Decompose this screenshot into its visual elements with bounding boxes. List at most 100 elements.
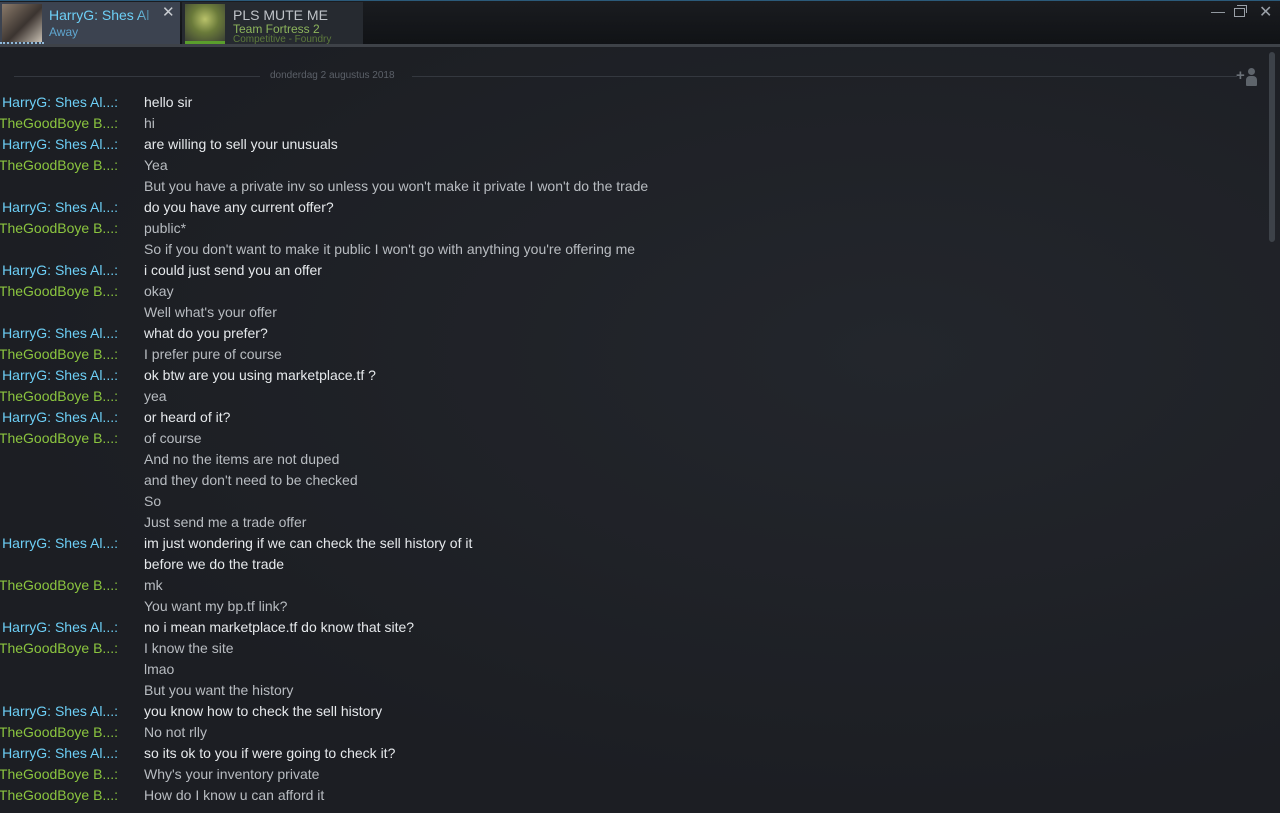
message-text: How do I know u can afford it (144, 787, 325, 803)
message-text: what do you prefer? (144, 325, 268, 341)
message-sender[interactable]: HarryG: Shes Al...: (2, 199, 118, 215)
message-sender[interactable]: TheGoodBoye B...: (0, 220, 118, 236)
avatar (185, 4, 225, 42)
message-text: you know how to check the sell history (144, 703, 383, 719)
message-row: HarryG: Shes Al...: you know how to check… (0, 702, 1260, 723)
message-text: and they don't need to be checked (144, 472, 358, 488)
message-row: TheGoodBoye B...: How do I know u can aff… (0, 786, 1260, 807)
message-row: HarryG: Shes Al...: what do you prefer? (0, 324, 1260, 345)
message-sender[interactable]: HarryG: Shes Al...: (2, 535, 118, 551)
message-text: ok btw are you using marketplace.tf ? (144, 367, 376, 383)
message-text: of course (144, 430, 202, 446)
message-row: You want my bp.tf link? (0, 597, 1260, 618)
message-text: before we do the trade (144, 556, 285, 572)
message-sender[interactable]: HarryG: Shes Al...: (2, 94, 118, 110)
message-text: or heard of it? (144, 409, 231, 425)
avatar (2, 4, 42, 42)
message-sender[interactable]: TheGoodBoye B...: (0, 157, 118, 173)
message-row: But you want the history (0, 681, 1260, 702)
message-row: TheGoodBoye B...: hi (0, 114, 1260, 135)
date-divider (14, 76, 260, 77)
message-text: Well what's your offer (144, 304, 277, 320)
message-sender[interactable]: TheGoodBoye B...: (0, 115, 118, 131)
message-text: no i mean marketplace.tf do know that si… (144, 619, 415, 635)
tab-bar: HarryG: Shes Al Away ✕ PLS MUTE ME Team … (0, 0, 1280, 46)
message-text: So (144, 493, 162, 509)
message-text: public* (144, 220, 187, 236)
tab-game-detail: Competitive - Foundry (233, 34, 332, 44)
message-sender[interactable]: HarryG: Shes Al...: (2, 745, 118, 761)
message-row: TheGoodBoye B...: yea (0, 387, 1260, 408)
message-sender[interactable]: TheGoodBoye B...: (0, 283, 118, 299)
message-text: lmao (144, 661, 175, 677)
message-sender[interactable]: HarryG: Shes Al...: (2, 325, 118, 341)
message-row: TheGoodBoye B...: I prefer pure of course (0, 345, 1260, 366)
message-row: So (0, 492, 1260, 513)
add-friend-icon[interactable]: + (1236, 65, 1260, 87)
message-sender[interactable]: TheGoodBoye B...: (0, 724, 118, 740)
message-text: are willing to sell your unusuals (144, 136, 338, 152)
message-row: lmao (0, 660, 1260, 681)
message-sender[interactable]: TheGoodBoye B...: (0, 577, 118, 593)
message-sender[interactable]: HarryG: Shes Al...: (2, 619, 118, 635)
message-row: HarryG: Shes Al...: or heard of it? (0, 408, 1260, 429)
message-row: TheGoodBoye B...: of course (0, 429, 1260, 450)
scrollbar[interactable] (1268, 52, 1276, 813)
message-text: hi (144, 115, 155, 131)
message-sender[interactable]: HarryG: Shes Al...: (2, 409, 118, 425)
message-row: So if you don't want to make it public I… (0, 240, 1260, 261)
message-sender[interactable]: HarryG: Shes Al...: (2, 262, 118, 278)
message-row: Well what's your offer (0, 303, 1260, 324)
message-row: TheGoodBoye B...: Yea (0, 156, 1260, 177)
message-text: Yea (144, 157, 168, 173)
message-text: And no the items are not duped (144, 451, 340, 467)
message-row: HarryG: Shes Al...: ok btw are you using … (0, 366, 1260, 387)
message-text: I prefer pure of course (144, 346, 282, 362)
minimize-icon[interactable]: — (1211, 3, 1225, 19)
message-text: do you have any current offer? (144, 199, 334, 215)
tab-name: PLS MUTE ME (233, 7, 328, 23)
message-text: im just wondering if we can check the se… (144, 535, 473, 551)
message-row: TheGoodBoye B...: okay (0, 282, 1260, 303)
message-sender[interactable]: TheGoodBoye B...: (0, 388, 118, 404)
chat-tab-harryg[interactable]: HarryG: Shes Al Away ✕ (0, 2, 180, 44)
message-text: i could just send you an offer (144, 262, 322, 278)
message-text: Just send me a trade offer (144, 514, 307, 530)
message-text: so its ok to you if were going to check … (144, 745, 396, 761)
message-text: But you have a private inv so unless you… (144, 178, 649, 194)
message-text: You want my bp.tf link? (144, 598, 288, 614)
message-sender[interactable]: HarryG: Shes Al...: (2, 703, 118, 719)
chat-history: donderdag 2 augustus 2018 + HarryG: Shes… (0, 47, 1280, 813)
message-sender[interactable]: HarryG: Shes Al...: (2, 136, 118, 152)
message-row: HarryG: Shes Al...: are willing to sell y… (0, 135, 1260, 156)
close-tab-icon[interactable]: ✕ (162, 5, 175, 21)
message-sender[interactable]: TheGoodBoye B...: (0, 346, 118, 362)
message-row: TheGoodBoye B...: I know the site (0, 639, 1260, 660)
message-row: HarryG: Shes Al...: do you have any curre… (0, 198, 1260, 219)
message-row: HarryG: Shes Al...: so its ok to you if w… (0, 744, 1260, 765)
message-text: But you want the history (144, 682, 294, 698)
message-sender[interactable]: TheGoodBoye B...: (0, 787, 118, 803)
date-separator: donderdag 2 augustus 2018 (270, 70, 395, 81)
chat-tab-pls-mute-me[interactable]: PLS MUTE ME Team Fortress 2 Competitive … (182, 2, 363, 44)
message-sender[interactable]: TheGoodBoye B...: (0, 640, 118, 656)
message-row: And no the items are not duped (0, 450, 1260, 471)
message-sender[interactable]: TheGoodBoye B...: (0, 766, 118, 782)
message-sender[interactable]: TheGoodBoye B...: (0, 430, 118, 446)
message-list: HarryG: Shes Al...: hello sir TheGoodBoye … (0, 93, 1260, 807)
message-row: TheGoodBoye B...: Why's your inventory pr… (0, 765, 1260, 786)
message-text: I know the site (144, 640, 234, 656)
close-window-icon[interactable]: ✕ (1259, 2, 1272, 22)
tab-status: Away (49, 25, 79, 39)
scrollbar-thumb[interactable] (1269, 52, 1275, 242)
message-text: No not rlly (144, 724, 208, 740)
message-sender[interactable]: HarryG: Shes Al...: (2, 367, 118, 383)
message-row: before we do the trade (0, 555, 1260, 576)
tab-name: HarryG: Shes Al (49, 7, 150, 23)
message-row: HarryG: Shes Al...: hello sir (0, 93, 1260, 114)
message-row: HarryG: Shes Al...: im just wondering if … (0, 534, 1260, 555)
message-text: okay (144, 283, 174, 299)
restore-icon[interactable] (1234, 5, 1247, 17)
date-divider (412, 76, 1237, 77)
message-text: So if you don't want to make it public I… (144, 241, 636, 257)
